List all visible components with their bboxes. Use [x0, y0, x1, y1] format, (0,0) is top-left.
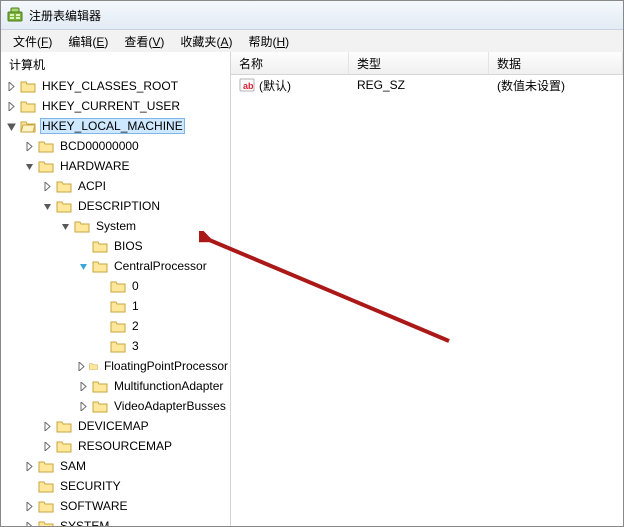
expander-icon[interactable]: [23, 520, 35, 526]
value-type: REG_SZ: [349, 78, 489, 92]
folder-icon: [56, 419, 72, 433]
tree-root-label[interactable]: 计算机: [1, 52, 230, 74]
folder-icon: [56, 439, 72, 453]
tree-item-security[interactable]: SECURITY: [19, 476, 230, 496]
folder-icon: [92, 399, 108, 413]
menu-edit[interactable]: 编辑(E): [60, 31, 116, 52]
expander-icon[interactable]: [5, 100, 17, 112]
expander-icon[interactable]: [77, 260, 89, 272]
value-list-pane: 名称 类型 数据 ab (默认) REG_SZ (数值未设置): [231, 52, 623, 526]
tree-item-cpu1[interactable]: 1: [91, 296, 230, 316]
menu-help[interactable]: 帮助(H): [240, 31, 297, 52]
folder-icon: [92, 259, 108, 273]
folder-icon: [56, 199, 72, 213]
tree-item-centralprocessor[interactable]: CentralProcessor: [73, 256, 230, 276]
tree-pane: 计算机 HKEY_CLASSES_ROOT HKEY_CURRENT_USER: [1, 52, 231, 526]
expander-icon[interactable]: [23, 460, 35, 472]
column-data[interactable]: 数据: [489, 52, 623, 74]
value-data: (数值未设置): [489, 77, 623, 94]
column-type[interactable]: 类型: [349, 52, 489, 74]
column-name[interactable]: 名称: [231, 52, 349, 74]
folder-icon: [92, 239, 108, 253]
tree-item-systemkey[interactable]: SYSTEM: [19, 516, 230, 526]
folder-icon: [89, 359, 98, 373]
folder-icon: [56, 179, 72, 193]
folder-icon: [38, 459, 54, 473]
menu-view[interactable]: 查看(V): [116, 31, 172, 52]
registry-editor-window: 注册表编辑器 文件(F) 编辑(E) 查看(V) 收藏夹(A) 帮助(H) 计算…: [0, 0, 624, 527]
tree-item-selected: HKEY_LOCAL_MACHINE: [40, 118, 185, 134]
folder-icon: [38, 479, 54, 493]
tree-item-resourcemap[interactable]: RESOURCEMAP: [37, 436, 230, 456]
folder-icon: [38, 159, 54, 173]
expander-icon[interactable]: [23, 140, 35, 152]
tree-item-devicemap[interactable]: DEVICEMAP: [37, 416, 230, 436]
folder-icon: [92, 379, 108, 393]
tree-item-cpu2[interactable]: 2: [91, 316, 230, 336]
tree-item-acpi[interactable]: ACPI: [37, 176, 230, 196]
folder-icon: [110, 279, 126, 293]
tree-item-hklm[interactable]: HKEY_LOCAL_MACHINE: [1, 116, 230, 136]
folder-icon: [38, 139, 54, 153]
tree-item-mfa[interactable]: MultifunctionAdapter: [73, 376, 230, 396]
expander-icon[interactable]: [77, 360, 86, 372]
tree-item-hkcu[interactable]: HKEY_CURRENT_USER: [1, 96, 230, 116]
tree-item-system[interactable]: System: [55, 216, 230, 236]
folder-icon: [38, 499, 54, 513]
tree-item-cpu0[interactable]: 0: [91, 276, 230, 296]
tree-item-hkcr[interactable]: HKEY_CLASSES_ROOT: [1, 76, 230, 96]
folder-open-icon: [20, 119, 36, 133]
tree-item-cpu3[interactable]: 3: [91, 336, 230, 356]
window-title: 注册表编辑器: [29, 7, 101, 24]
folder-icon: [110, 339, 126, 353]
expander-icon[interactable]: [77, 400, 89, 412]
expander-icon[interactable]: [23, 160, 35, 172]
expander-icon[interactable]: [23, 500, 35, 512]
menu-favorites[interactable]: 收藏夹(A): [172, 31, 240, 52]
expander-icon[interactable]: [5, 80, 17, 92]
tree-item-software[interactable]: SOFTWARE: [19, 496, 230, 516]
tree-item-bios[interactable]: BIOS: [73, 236, 230, 256]
tree-item-sam[interactable]: SAM: [19, 456, 230, 476]
menubar: 文件(F) 编辑(E) 查看(V) 收藏夹(A) 帮助(H): [1, 30, 623, 53]
folder-icon: [20, 79, 36, 93]
tree-item-vab[interactable]: VideoAdapterBusses: [73, 396, 230, 416]
value-name: (默认): [259, 77, 291, 94]
tree-item-fpp[interactable]: FloatingPointProcessor: [73, 356, 230, 376]
folder-icon: [110, 319, 126, 333]
folder-icon: [74, 219, 90, 233]
string-value-icon: ab: [239, 77, 255, 93]
menu-file[interactable]: 文件(F): [5, 31, 60, 52]
folder-icon: [38, 519, 54, 526]
folder-icon: [20, 99, 36, 113]
tree-item-hardware[interactable]: HARDWARE: [19, 156, 230, 176]
value-row-default[interactable]: ab (默认) REG_SZ (数值未设置): [231, 75, 623, 95]
expander-icon[interactable]: [41, 180, 53, 192]
list-header: 名称 类型 数据: [231, 52, 623, 75]
expander-icon[interactable]: [77, 380, 89, 392]
titlebar: 注册表编辑器: [1, 1, 623, 30]
tree-item-bcd[interactable]: BCD00000000: [19, 136, 230, 156]
expander-icon[interactable]: [41, 440, 53, 452]
app-icon: [7, 7, 23, 23]
expander-icon[interactable]: [41, 420, 53, 432]
tree-item-description[interactable]: DESCRIPTION: [37, 196, 230, 216]
expander-icon[interactable]: [5, 120, 17, 132]
expander-icon[interactable]: [41, 200, 53, 212]
expander-icon[interactable]: [59, 220, 71, 232]
folder-icon: [110, 299, 126, 313]
svg-text:ab: ab: [243, 81, 254, 91]
